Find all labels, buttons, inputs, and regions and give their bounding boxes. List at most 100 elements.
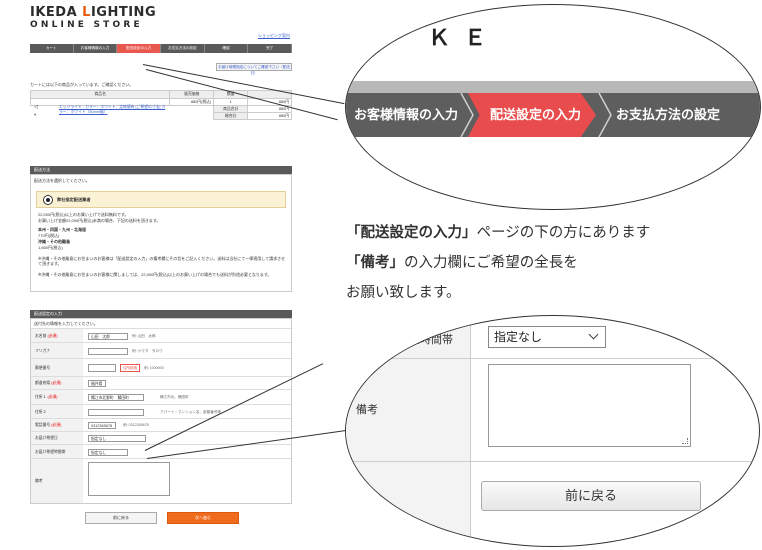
region1-price: 770円(税込): [38, 233, 60, 238]
region1-name: 本州・四国・九州・北海道: [38, 227, 86, 232]
name-hint: 例: 山田 太郎: [132, 334, 156, 338]
free-shipping-note: 22,000円(税込)以上のお買い上げで送料無料です。: [38, 212, 129, 217]
step-complete: 完了: [248, 44, 293, 53]
resize-grip-icon[interactable]: [682, 438, 688, 444]
step-delivery-settings: 配送設定の入力: [117, 44, 162, 53]
okinawa-note-2: ※沖縄・その他離島にお住まいのお客様に関しましては、22,000円(税込)以上の…: [38, 272, 272, 277]
zip-label: 郵便番号: [35, 366, 51, 370]
address1-input[interactable]: 鯖江市北野町 鯖田町: [88, 394, 144, 401]
form-row-notes: 備考: [31, 458, 291, 503]
total-label: 総合計: [213, 112, 249, 120]
shipping-option-box[interactable]: 弊社指定配送業者: [36, 191, 286, 208]
cart-intro-text: カートには以下の商品が入っています。ご確認ください。: [30, 82, 134, 87]
delivery-time-select[interactable]: 指定なし: [88, 449, 128, 456]
step-payment: お支払方法の設定: [161, 44, 205, 53]
region2-name: 沖縄・その他離島: [38, 239, 70, 244]
zoom-row-divider: [346, 461, 759, 462]
shipping-fee-note: お買い上げ金額22,000円(税込)未満の場合、下記の送料を頂きます。: [38, 218, 161, 223]
zoom-time-select-value: 指定なし: [494, 330, 543, 344]
address1-label: 住所１ (必須): [35, 395, 58, 399]
radio-selected-dot: [46, 198, 50, 202]
phone-label: 電話番号 (必須): [35, 423, 62, 427]
step-customer-info: お客様情報の入力: [74, 44, 118, 53]
caption-line-3: お願い致します。: [346, 285, 461, 301]
prefecture-select[interactable]: 福井県: [88, 380, 106, 387]
region2-price: 1,650円(税込): [38, 245, 63, 250]
delivery-time-info-link[interactable]: お届け時間指定についてご確認下さい（配送日）: [216, 63, 292, 75]
form-row-zip: 郵便番号 住所検索 例: 1000000: [31, 358, 291, 376]
address2-label: 住所２: [35, 410, 47, 414]
shipping-method-heading: 配送方法: [30, 166, 292, 174]
store-logo[interactable]: IKEDA LIGHTING ONLINE STORE: [30, 6, 156, 31]
shopping-guide-link[interactable]: ショッピング案内: [258, 33, 290, 38]
cart-item-qty: 1: [213, 98, 249, 106]
step-confirm: 確認: [205, 44, 249, 53]
phone-input[interactable]: 0312345678: [88, 422, 116, 429]
back-button[interactable]: 前に戻る: [85, 512, 157, 524]
zip-search-button[interactable]: 住所検索: [120, 364, 140, 372]
shipping-intro: 配送方法を選択してください。: [34, 178, 90, 183]
kana-hint: 例: ヤマダ タロウ: [132, 349, 163, 353]
okinawa-note-1: ※沖縄・その他離島にお住まいのお客様は「配送設定の入力」の備考欄にその旨をご記入…: [38, 256, 286, 266]
zip-hint: 例: 1000000: [144, 366, 164, 370]
kana-input[interactable]: [88, 348, 128, 355]
chevron-down-icon: [588, 329, 599, 340]
zoom-step-delivery-active: 配送設定の入力: [468, 93, 596, 137]
delete-item-icon[interactable]: ◁: [34, 104, 38, 110]
logo-title: IKEDA LIGHTING: [30, 5, 157, 20]
form-row-address2: 住所２ アパート・マンション名、部屋番号等: [31, 404, 291, 418]
cart-header-name: 商品名: [29, 90, 171, 99]
form-row-prefecture: 都道府県 (必須) 福井県: [31, 376, 291, 389]
address1-hint: 鯖江市北、鯖田町: [160, 395, 189, 399]
next-button[interactable]: 次へ進む: [167, 512, 239, 524]
caption-line-1: 「配送設定の入力」ページの下の方にあります: [346, 225, 651, 241]
zoom-label-column: [346, 316, 471, 546]
cart-header-price: 販売価格: [169, 90, 215, 99]
step-chevron-icon: [598, 93, 612, 137]
subtotal-label: 商品合計: [213, 105, 249, 113]
notes-textarea[interactable]: [88, 462, 170, 496]
instruction-caption: 「配送設定の入力」ページの下の方にあります 「備考」の入力欄にご希望の全長を お…: [346, 218, 650, 308]
delivery-date-select[interactable]: 指定なし: [88, 435, 146, 442]
phone-hint: 例: 0312345678: [123, 423, 149, 427]
zip-input[interactable]: [88, 364, 116, 372]
zoom-notes-label: 備考: [356, 404, 378, 416]
checkout-steps: カート お客様情報の入力 配送設定の入力 お支払方法の設定 確認 完了: [30, 44, 293, 53]
zoom-row-divider: [346, 358, 759, 359]
form-row-name: お名前 (必須) 山田 太郎 例: 山田 太郎: [31, 328, 291, 342]
notes-label: 備考: [35, 479, 43, 483]
zoom-notes-textarea[interactable]: [488, 364, 691, 447]
form-row-phone: 電話番号 (必須) 0312345678 例: 0312345678: [31, 418, 291, 431]
shipping-radio[interactable]: [43, 195, 53, 205]
name-input[interactable]: 山田 太郎: [88, 333, 128, 340]
cart-item-price: 880円(税込): [169, 98, 215, 106]
name-label: お名前 (必須): [35, 334, 58, 338]
zoom-notes-magnifier: 希望時間帯 指定なし 備考 前に戻る: [345, 315, 760, 547]
total-value: 880円: [247, 112, 292, 120]
address2-input[interactable]: [88, 409, 144, 416]
zoom-steps-magnifier: ＫＥ お客様情報の入力 配送設定の入力 お支払方法の設定: [345, 4, 761, 210]
prefecture-label: 都道府県 (必須): [35, 381, 62, 385]
kana-label: フリガナ: [35, 349, 51, 353]
zoom-background-text: ＫＥ: [428, 25, 501, 50]
step-cart: カート: [30, 44, 74, 53]
cart-item-row: ◁ ◐ エッジライト - カラー：ホワイト、定格値有 [ご希望の寸法] カラー：…: [29, 98, 292, 118]
cart-table: 商品名 販売価格 数量 ◁ ◐ エッジライト - カラー：ホワイト、定格値有 […: [29, 90, 292, 120]
zoom-time-label: 希望時間帯: [398, 334, 453, 346]
item-thumbnail-icon: ◐: [34, 112, 38, 118]
delivery-form-heading: 配送設定の入力: [30, 310, 292, 318]
zoom-bar-band: [346, 81, 760, 93]
zoom-time-select[interactable]: 指定なし: [488, 326, 606, 348]
form-row-kana: フリガナ 例: ヤマダ タロウ: [31, 342, 291, 358]
zoom-step-customer-info: お客様情報の入力: [354, 107, 459, 122]
shipping-option-label: 弊社指定配送業者: [57, 197, 91, 202]
caption-line-2: 「備考」の入力欄にご希望の全長を: [346, 255, 578, 271]
address2-hint: アパート・マンション名、部屋番号等: [160, 410, 222, 414]
delivery-form-intro: 送付先の情報を入力してください。: [34, 321, 98, 326]
cart-item-name[interactable]: エッジライト - カラー：ホワイト、定格値有 [ご希望の寸法] カラー：ホワイト…: [59, 105, 169, 115]
zoom-step-payment: お支払方法の設定: [616, 107, 721, 122]
delivery-time-label: お届け希望時間帯: [35, 450, 66, 454]
delivery-date-label: お届け希望日: [35, 436, 58, 440]
zoom-back-button[interactable]: 前に戻る: [481, 481, 701, 511]
logo-subtitle: ONLINE STORE: [30, 20, 143, 30]
